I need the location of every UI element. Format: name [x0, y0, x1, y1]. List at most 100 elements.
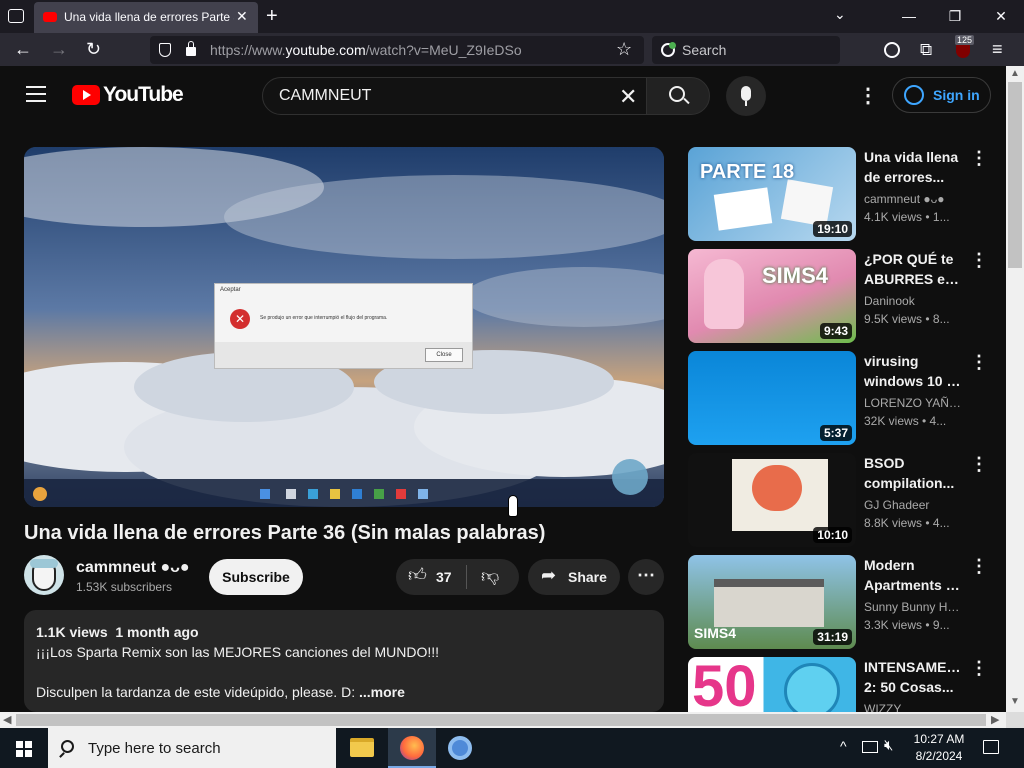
- horizontal-scroll-thumb[interactable]: [16, 714, 986, 726]
- maximize-button[interactable]: ❐: [932, 0, 978, 33]
- taskbar-clock[interactable]: 10:27 AM 8/2/2024: [906, 731, 972, 765]
- video-player[interactable]: Aceptar ✕ Se produjo un error que interr…: [24, 147, 664, 507]
- url-bar[interactable]: https://www.youtube.com/watch?v=MeU_Z9Ie…: [150, 36, 644, 64]
- thumbnail-building: [714, 579, 824, 627]
- recommendation-channel: Sunny Bunny Ho...: [864, 600, 964, 614]
- search-bar-label: Search: [682, 42, 727, 58]
- new-tab-button[interactable]: +: [266, 5, 278, 28]
- scroll-down-arrow-icon[interactable]: ▼: [1010, 696, 1020, 707]
- thumbs-up-icon: 👍︎: [408, 565, 427, 585]
- video-duration: 5:37: [819, 425, 852, 441]
- recommendation-meta: 4.1K views • 1...: [864, 210, 950, 224]
- windows-taskbar: Type here to search ^ 🔇︎ 10:27 AM 8/2/20…: [0, 728, 1024, 768]
- sign-in-button[interactable]: Sign in: [892, 77, 991, 113]
- voice-search-button[interactable]: [726, 76, 766, 116]
- share-arrow-icon: ➦: [541, 565, 557, 585]
- recommendation-item[interactable]: PARTE 18 19:10 Una vida llena de errores.…: [688, 147, 988, 241]
- volume-muted-icon[interactable]: 🔇︎: [884, 737, 893, 754]
- share-button[interactable]: ➦ Share: [528, 559, 620, 595]
- account-icon[interactable]: [884, 42, 900, 58]
- youtube-search-input[interactable]: CAMMNEUT ✕: [262, 77, 647, 115]
- horizontal-scrollbar[interactable]: ◀ ▶: [0, 712, 1006, 728]
- shield-icon[interactable]: [159, 43, 171, 57]
- thumbnail-character: [784, 663, 840, 712]
- search-button[interactable]: [646, 77, 710, 115]
- browser-tab-active[interactable]: Una vida llena de errores Parte 36 ✕: [34, 2, 258, 33]
- more-link[interactable]: ...more: [359, 684, 405, 700]
- recommendation-thumbnail[interactable]: 10:10: [688, 453, 856, 547]
- video-duration: 9:43: [819, 323, 852, 339]
- sign-in-label: Sign in: [933, 87, 980, 103]
- like-button[interactable]: 👍︎: [396, 559, 466, 595]
- recommendation-menu-icon[interactable]: ⋮: [970, 251, 988, 269]
- minimize-button[interactable]: —: [886, 0, 932, 33]
- recommendation-item[interactable]: 10:10 BSOD compilation... GJ Ghadeer 8.8K…: [688, 453, 988, 547]
- youtube-logo-text[interactable]: YouTube: [103, 83, 184, 107]
- url-text: https://www.youtube.com/watch?v=MeU_Z9Ie…: [210, 42, 522, 58]
- recommendation-menu-icon[interactable]: ⋮: [970, 149, 988, 167]
- vertical-scroll-thumb[interactable]: [1008, 82, 1022, 268]
- settings-kebab-icon[interactable]: ⋮: [858, 83, 878, 108]
- menu-hamburger-icon[interactable]: ≡: [992, 40, 1003, 58]
- recommendation-channel: cammneut ●ᴗ●: [864, 192, 945, 206]
- recommendation-title: INTENSAMENTE 2: 50 Cosas...: [864, 657, 964, 697]
- taskbar-search-box[interactable]: Type here to search: [48, 728, 336, 768]
- recommendation-item[interactable]: 50 INTENSAMENTE 2: 50 Cosas... WIZZY ⋮: [688, 657, 988, 712]
- recommendation-thumbnail[interactable]: 5:37: [688, 351, 856, 445]
- chromium-icon[interactable]: [448, 736, 472, 760]
- recommendation-title-line: ¿POR QUÉ te: [864, 251, 954, 267]
- error-dialog-button: Close: [425, 348, 463, 362]
- forward-arrow-icon[interactable]: →: [50, 40, 68, 58]
- thumbnail-face: [752, 465, 802, 511]
- channel-name[interactable]: cammneut ●ᴗ●: [76, 559, 190, 577]
- avatar-hair: [30, 559, 58, 568]
- close-window-button[interactable]: ✕: [978, 0, 1024, 33]
- error-dialog-message: Se produjo un error que interrumpió el f…: [260, 315, 388, 321]
- list-all-tabs-icon[interactable]: ⌄: [834, 6, 846, 23]
- back-arrow-icon[interactable]: ←: [14, 40, 32, 58]
- windows-start-icon[interactable]: [16, 741, 32, 757]
- tab-title: Una vida llena de errores Parte 36: [64, 10, 234, 24]
- dislike-button[interactable]: 👎︎: [467, 559, 519, 595]
- extensions-icon[interactable]: ⧉: [920, 40, 932, 60]
- recommendation-thumbnail[interactable]: PARTE 18 19:10: [688, 147, 856, 241]
- ublock-icon[interactable]: [956, 44, 970, 58]
- scroll-up-arrow-icon[interactable]: ▲: [1010, 68, 1020, 79]
- recommendation-item[interactable]: SIMS4 9:43 ¿POR QUÉ te ABURRES en... Dani…: [688, 249, 988, 343]
- browser-tab-bar: Una vida llena de errores Parte 36 ✕ + ⌄…: [0, 0, 1024, 33]
- recommendation-menu-icon[interactable]: ⋮: [970, 353, 988, 371]
- recommendation-item[interactable]: SIMS4 31:19 Modern Apartments 4 ... Sunny…: [688, 555, 988, 649]
- browser-search-bar[interactable]: Search: [652, 36, 840, 64]
- subscribe-button[interactable]: Subscribe: [209, 559, 303, 595]
- recommendation-meta: 32K views • 4...: [864, 414, 947, 428]
- recommendation-title-line: windows 10 in...: [864, 373, 964, 389]
- description-box[interactable]: 1.1K views 1 month ago ¡¡¡Los Sparta Rem…: [24, 610, 664, 712]
- network-icon[interactable]: [862, 741, 878, 753]
- recommendation-thumbnail[interactable]: SIMS4 9:43: [688, 249, 856, 343]
- recommendation-channel: Daninook: [864, 294, 915, 308]
- thumbnail-text: PARTE 18: [700, 161, 795, 183]
- vertical-scrollbar[interactable]: ▲ ▼: [1006, 66, 1024, 712]
- tray-chevron-icon[interactable]: ^: [840, 738, 847, 754]
- recommendation-menu-icon[interactable]: ⋮: [970, 659, 988, 677]
- more-actions-button[interactable]: ⋯: [628, 559, 664, 595]
- recommendation-thumbnail[interactable]: 50: [688, 657, 856, 712]
- recommendation-menu-icon[interactable]: ⋮: [970, 455, 988, 473]
- recommendation-title-line: 2: 50 Cosas...: [864, 679, 954, 695]
- file-explorer-icon[interactable]: [350, 738, 374, 757]
- url-domain: youtube.com: [285, 42, 366, 58]
- clear-search-icon[interactable]: ✕: [619, 84, 637, 110]
- scroll-right-arrow-icon[interactable]: ▶: [991, 713, 999, 726]
- notifications-icon[interactable]: [983, 740, 999, 754]
- lock-icon[interactable]: [186, 47, 196, 56]
- channel-avatar[interactable]: [24, 555, 64, 595]
- recommendation-menu-icon[interactable]: ⋮: [970, 557, 988, 575]
- reload-icon[interactable]: ↻: [86, 40, 101, 58]
- recommendation-item[interactable]: 5:37 virusing windows 10 in... LORENZO YA…: [688, 351, 988, 445]
- recommendation-thumbnail[interactable]: SIMS4 31:19: [688, 555, 856, 649]
- scrollbar-corner: [1006, 712, 1024, 728]
- scroll-left-arrow-icon[interactable]: ◀: [3, 713, 11, 726]
- bookmark-star-icon[interactable]: ☆: [616, 39, 632, 60]
- tab-close-icon[interactable]: ✕: [236, 8, 248, 25]
- tab-list-icon[interactable]: [8, 9, 24, 23]
